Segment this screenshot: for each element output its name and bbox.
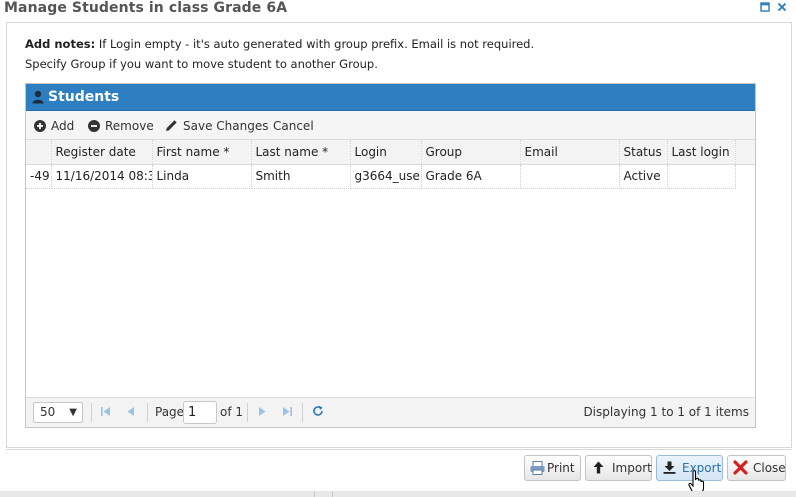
column-header-id [26, 140, 52, 165]
column-header-last-login[interactable]: Last login [667, 140, 736, 165]
download-icon [663, 461, 676, 474]
notes: Add notes: If Login empty - it's auto ge… [25, 34, 534, 74]
cell-id[interactable]: -49 [26, 164, 52, 189]
cell-last-login[interactable] [667, 164, 736, 189]
dialog-title: Manage Students in class Grade 6A [4, 0, 288, 16]
table-header-row: Register date First name * Last name * L… [26, 140, 755, 165]
students-grid: Students Add Remove Save Changes Cancel [25, 83, 756, 428]
bottom-strip [0, 491, 796, 497]
cell-email[interactable] [520, 164, 620, 189]
column-header-email[interactable]: Email [520, 140, 620, 165]
red-x-icon [733, 460, 748, 475]
grid-title: Students [48, 89, 120, 105]
column-header-first-name[interactable]: First name * [152, 140, 252, 165]
notes-line2: Specify Group if you want to move studen… [25, 57, 378, 71]
cell-group[interactable]: Grade 6A [421, 164, 521, 189]
column-header-last-name[interactable]: Last name * [251, 140, 351, 165]
minus-circle-icon [88, 119, 100, 132]
page-size-select[interactable]: 50 ▼ [33, 402, 83, 423]
column-header-register-date[interactable]: Register date [51, 140, 153, 165]
first-page-icon[interactable] [100, 406, 111, 417]
close-icon[interactable] [776, 2, 788, 14]
strip-divider [314, 491, 315, 497]
page-label: Page [155, 405, 185, 419]
dialog-content: Add notes: If Login empty - it's auto ge… [6, 22, 792, 448]
add-button[interactable]: Add [34, 118, 74, 134]
header-filler [735, 140, 755, 165]
table-row[interactable]: -49 11/16/2014 08:34 Linda Smith g3664_u… [26, 164, 755, 189]
grid-pager: 50 ▼ Page 1 of 1 Displaying 1 to 1 of 1 … [26, 397, 755, 427]
footer-divider [6, 449, 792, 450]
plus-circle-icon [34, 119, 46, 132]
close-button[interactable]: Close [727, 455, 786, 481]
remove-label: Remove [105, 119, 154, 133]
print-button[interactable]: Print [524, 455, 581, 481]
import-label: Import [612, 461, 652, 475]
pager-separator [91, 403, 92, 422]
printer-icon [530, 461, 545, 475]
cell-first-name[interactable]: Linda [152, 164, 252, 189]
page-of-label: of 1 [220, 405, 244, 419]
notes-line1: If Login empty - it's auto generated wit… [95, 37, 535, 51]
add-label: Add [51, 119, 75, 133]
grid-header: Students [26, 84, 755, 111]
save-changes-label: Save Changes [183, 119, 269, 133]
notes-label: Add notes: [25, 37, 96, 51]
pencil-icon [166, 120, 177, 131]
pager-separator [247, 403, 248, 422]
cancel-button[interactable]: Cancel [273, 118, 314, 134]
next-page-icon[interactable] [258, 406, 267, 417]
manage-students-dialog: Manage Students in class Grade 6A Add no… [0, 0, 796, 497]
remove-button[interactable]: Remove [88, 118, 154, 134]
page-size-value: 50 [40, 405, 56, 419]
pager-separator [302, 403, 303, 422]
last-page-icon[interactable] [282, 406, 293, 417]
refresh-icon[interactable] [312, 405, 324, 417]
strip-divider [332, 491, 333, 497]
cell-register-date[interactable]: 11/16/2014 08:34 [51, 164, 153, 189]
close-label: Close [753, 461, 786, 475]
page-number-input[interactable]: 1 [183, 401, 217, 424]
previous-page-icon[interactable] [126, 406, 135, 417]
save-changes-button[interactable]: Save Changes [165, 118, 268, 134]
row-filler [735, 164, 755, 188]
students-table: Register date First name * Last name * L… [26, 140, 755, 189]
maximize-icon[interactable] [759, 2, 771, 14]
arrow-up-icon [593, 461, 604, 474]
display-summary: Displaying 1 to 1 of 1 items [583, 405, 749, 419]
user-icon [32, 90, 44, 104]
chevron-down-icon: ▼ [69, 407, 77, 418]
cell-status[interactable]: Active [619, 164, 668, 189]
cell-login[interactable]: g3664_user3 [350, 164, 422, 189]
column-header-status[interactable]: Status [619, 140, 668, 165]
grid-toolbar: Add Remove Save Changes Cancel [26, 111, 755, 140]
print-label: Print [547, 461, 575, 475]
pager-separator [147, 403, 148, 422]
column-header-group[interactable]: Group [421, 140, 521, 165]
dialog-titlebar: Manage Students in class Grade 6A [0, 0, 796, 20]
column-header-login[interactable]: Login [350, 140, 422, 165]
cancel-label: Cancel [273, 119, 314, 133]
import-button[interactable]: Import [585, 455, 652, 481]
cell-last-name[interactable]: Smith [251, 164, 351, 189]
